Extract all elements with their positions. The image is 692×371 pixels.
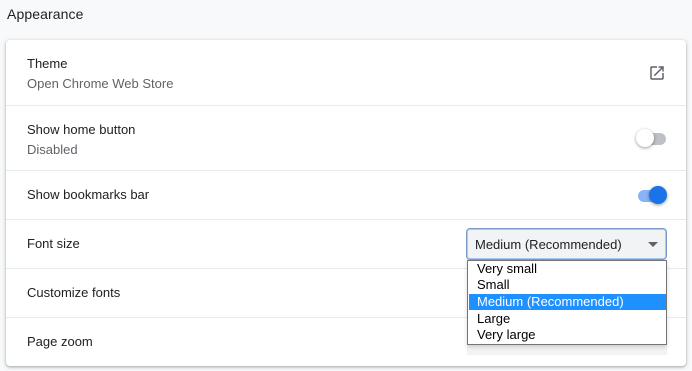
page-zoom-label: Page zoom (27, 334, 93, 349)
toggle-knob (636, 129, 654, 147)
section-title: Appearance (7, 6, 84, 22)
font-size-option-large[interactable]: Large (469, 311, 666, 327)
bookmarks-bar-label: Show bookmarks bar (27, 187, 150, 202)
home-button-row: Show home button Disabled (6, 105, 686, 170)
home-button-label: Show home button (27, 122, 136, 137)
home-button-sublabel: Disabled (27, 142, 78, 157)
font-size-option-small[interactable]: Small (469, 277, 666, 293)
font-size-option-medium[interactable]: Medium (Recommended) (469, 294, 666, 310)
bookmarks-bar-toggle[interactable] (636, 185, 667, 205)
customize-fonts-label: Customize fonts (27, 285, 121, 300)
font-size-select[interactable]: Medium (Recommended) (466, 228, 667, 260)
page-zoom-select-edge (467, 345, 667, 355)
bookmarks-bar-row: Show bookmarks bar (6, 170, 686, 219)
dropdown-arrow-icon (648, 242, 658, 247)
toggle-knob (649, 186, 667, 204)
font-size-dropdown-list: Very small Small Medium (Recommended) La… (467, 260, 667, 345)
home-button-toggle[interactable] (636, 128, 666, 148)
theme-label: Theme (27, 56, 68, 71)
theme-row[interactable]: Theme Open Chrome Web Store (6, 40, 686, 105)
open-in-new-icon[interactable] (648, 64, 666, 82)
font-size-option-very-large[interactable]: Very large (469, 327, 666, 343)
font-size-option-very-small[interactable]: Very small (469, 261, 666, 277)
font-size-select-value: Medium (Recommended) (475, 237, 622, 252)
theme-sublabel: Open Chrome Web Store (27, 76, 174, 91)
font-size-label: Font size (27, 236, 80, 251)
